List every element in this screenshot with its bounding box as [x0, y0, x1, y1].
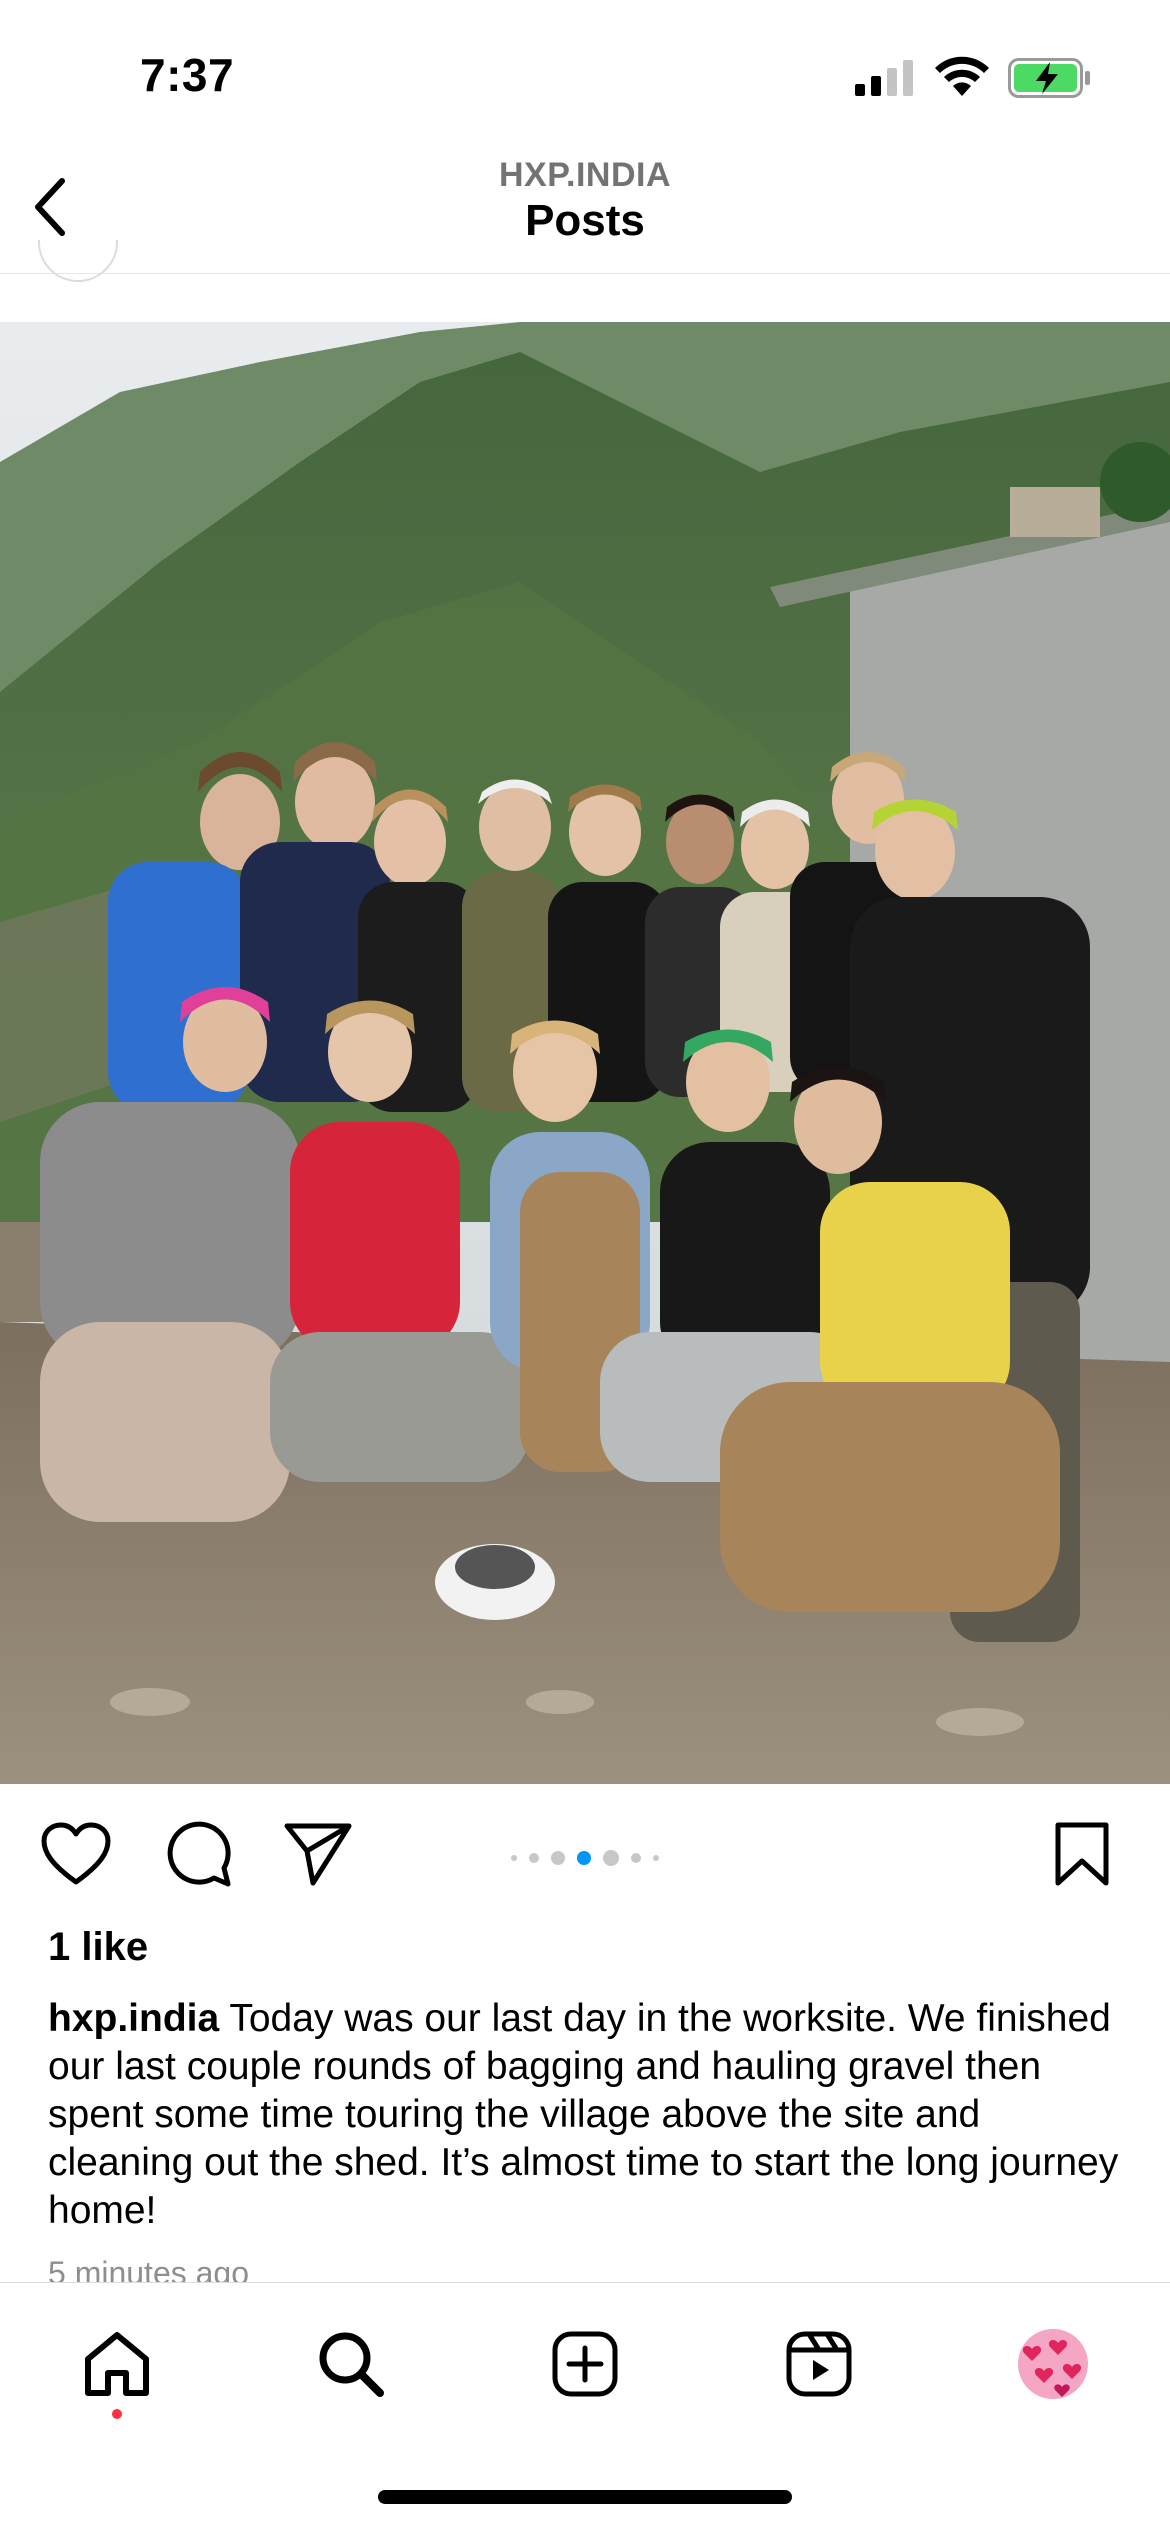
page-title: Posts [525, 196, 645, 245]
tab-home[interactable] [72, 2319, 162, 2409]
bookmark-icon [1055, 1822, 1109, 1886]
reels-icon [786, 2331, 852, 2397]
save-button[interactable] [1044, 1816, 1120, 1892]
profile-avatar [1018, 2329, 1088, 2399]
home-icon [85, 2332, 149, 2396]
search-icon [319, 2332, 384, 2397]
likes-count[interactable]: 1 like [48, 1925, 148, 1970]
caption-username[interactable]: hxp.india [48, 1997, 219, 2040]
profile-hearts-icon [1018, 2329, 1088, 2399]
carousel-dot [653, 1855, 659, 1861]
carousel-dot [511, 1855, 517, 1861]
nav-username[interactable]: HXP.INDIA [0, 156, 1170, 195]
post-image[interactable] [0, 322, 1170, 1784]
post-actions [0, 1784, 1170, 1914]
nav-header: HXP.INDIA Posts [0, 150, 1170, 274]
tab-reels[interactable] [774, 2319, 864, 2409]
carousel-dot [631, 1853, 641, 1863]
post-caption: hxp.india Today was our last day in the … [48, 1995, 1128, 2235]
tab-search[interactable] [306, 2319, 396, 2409]
home-notification-dot [112, 2409, 122, 2419]
carousel-dot [577, 1851, 591, 1865]
carousel-dot [529, 1853, 539, 1863]
home-indicator [378, 2490, 792, 2504]
create-icon [552, 2331, 618, 2397]
post-timestamp: 5 minutes ago [48, 2255, 250, 2282]
wifi-icon [935, 56, 989, 96]
status-time: 7:37 [140, 49, 235, 101]
carousel-indicator [0, 1850, 1170, 1866]
battery-charging-icon [1008, 58, 1090, 98]
carousel-dot [551, 1851, 565, 1865]
carousel-dot [603, 1850, 619, 1866]
cellular-signal-icon [855, 60, 913, 96]
photo-group-on-mountain [0, 322, 1170, 1784]
tab-create[interactable] [540, 2319, 630, 2409]
tab-profile[interactable] [1008, 2319, 1098, 2409]
status-bar: 7:37 [0, 0, 1170, 150]
author-avatar[interactable] [38, 240, 118, 288]
